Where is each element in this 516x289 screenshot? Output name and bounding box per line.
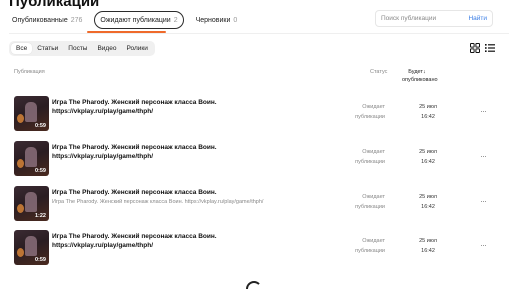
loading-spinner-icon xyxy=(246,281,262,289)
search-box: Найти xyxy=(375,10,493,27)
publication-title[interactable]: Игра The Pharody. Женский персонаж класс… xyxy=(52,99,217,106)
publication-date: 25 июл 16:42 xyxy=(419,102,437,122)
thumbnail-figure xyxy=(25,192,37,212)
table-row[interactable]: 0:59 Игра The Pharody. Женский персонаж … xyxy=(0,141,516,177)
thumbnail-flame xyxy=(17,114,24,123)
thumbnail-figure xyxy=(25,102,37,122)
status-line-2: публикации xyxy=(355,159,385,165)
tab-drafts-label: Черновики xyxy=(195,16,231,24)
status-line-1: Ожидает xyxy=(362,238,385,244)
more-options-icon[interactable]: ··· xyxy=(480,196,487,206)
thumbnail-figure xyxy=(25,147,37,167)
publication-date: 25 июл 16:42 xyxy=(419,192,437,212)
tab-drafts-count: 0 xyxy=(233,16,238,24)
column-header-publication: Публикация xyxy=(14,69,45,75)
table-row[interactable]: 1:22 Игра The Pharody. Женский персонаж … xyxy=(0,186,516,222)
video-duration: 0:59 xyxy=(34,123,46,129)
thumbnail-figure xyxy=(25,236,37,256)
publication-status: Ожидает публикации xyxy=(355,236,385,256)
status-line-1: Ожидает xyxy=(362,149,385,155)
tab-published-count: 276 xyxy=(70,16,83,24)
content-type-filter: Все Статьи Посты Видео Ролики xyxy=(9,41,155,56)
publication-status: Ожидает публикации xyxy=(355,192,385,212)
date-value: 25 июл xyxy=(419,238,437,244)
publication-subtitle: Игра The Pharody. Женский персонаж класс… xyxy=(52,199,264,205)
video-thumbnail[interactable]: 0:59 xyxy=(14,141,49,176)
more-options-icon[interactable]: ··· xyxy=(480,240,487,250)
tab-pending-count: 2 xyxy=(173,16,178,24)
page-title: Публикации xyxy=(9,0,100,10)
filter-articles[interactable]: Статьи xyxy=(32,43,63,54)
table-row[interactable]: 0:59 Игра The Pharody. Женский персонаж … xyxy=(0,230,516,266)
date-value: 25 июл xyxy=(419,149,437,155)
publication-status: Ожидает публикации xyxy=(355,147,385,167)
publication-status: Ожидает публикации xyxy=(355,102,385,122)
publication-tabs: Опубликованные 276 Ожидают публикации 2 … xyxy=(12,10,249,30)
time-value: 16:42 xyxy=(421,114,435,120)
tab-published-label: Опубликованные xyxy=(12,16,68,24)
publication-title[interactable]: Игра The Pharody. Женский персонаж класс… xyxy=(52,233,217,240)
search-input[interactable] xyxy=(381,15,469,22)
status-line-1: Ожидает xyxy=(362,194,385,200)
publication-subtitle: https://vkplay.ru/play/game/thph/ xyxy=(52,108,154,115)
tab-drafts[interactable]: Черновики 0 xyxy=(196,11,238,29)
list-view-icon[interactable] xyxy=(485,43,495,53)
grid-view-icon[interactable] xyxy=(470,43,480,53)
filter-posts[interactable]: Посты xyxy=(63,43,92,54)
date-value: 25 июл xyxy=(419,104,437,110)
publication-subtitle: https://vkplay.ru/play/game/thph/ xyxy=(52,242,154,249)
video-duration: 0:59 xyxy=(34,257,46,263)
status-line-1: Ожидает xyxy=(362,104,385,110)
thumbnail-flame xyxy=(17,248,24,257)
publication-date: 25 июл 16:42 xyxy=(419,236,437,256)
time-value: 16:42 xyxy=(421,159,435,165)
publication-date: 25 июл 16:42 xyxy=(419,147,437,167)
status-line-2: публикации xyxy=(355,204,385,210)
publication-title[interactable]: Игра The Pharody. Женский персонаж класс… xyxy=(52,144,217,151)
column-header-status: Статус xyxy=(370,69,388,75)
publication-title[interactable]: Игра The Pharody. Женский персонаж класс… xyxy=(52,189,217,196)
filter-all[interactable]: Все xyxy=(11,43,33,54)
video-thumbnail[interactable]: 0:59 xyxy=(14,230,49,265)
tab-published[interactable]: Опубликованные 276 xyxy=(12,11,82,29)
thumbnail-flame xyxy=(17,159,24,168)
header-divider xyxy=(9,33,509,34)
column-header-publish-date[interactable]: Будет↓ опубликовано xyxy=(402,68,438,84)
search-button[interactable]: Найти xyxy=(468,15,487,22)
tab-pending[interactable]: Ожидают публикации 2 xyxy=(94,11,184,29)
video-duration: 0:59 xyxy=(34,168,46,174)
more-options-icon[interactable]: ··· xyxy=(480,151,487,161)
time-value: 16:42 xyxy=(421,248,435,254)
video-thumbnail[interactable]: 1:22 xyxy=(14,186,49,221)
publication-subtitle: https://vkplay.ru/play/game/thph/ xyxy=(52,153,154,160)
tab-pending-label: Ожидают публикации xyxy=(100,16,171,24)
more-options-icon[interactable]: ··· xyxy=(480,106,487,116)
table-row[interactable]: 0:59 Игра The Pharody. Женский персонаж … xyxy=(0,96,516,132)
video-duration: 1:22 xyxy=(34,213,46,219)
time-value: 16:42 xyxy=(421,204,435,210)
filter-video[interactable]: Видео xyxy=(92,43,121,54)
date-value: 25 июл xyxy=(419,194,437,200)
thumbnail-flame xyxy=(17,204,24,213)
status-line-2: публикации xyxy=(355,248,385,254)
filter-clips[interactable]: Ролики xyxy=(121,43,152,54)
video-thumbnail[interactable]: 0:59 xyxy=(14,96,49,131)
status-line-2: публикации xyxy=(355,114,385,120)
